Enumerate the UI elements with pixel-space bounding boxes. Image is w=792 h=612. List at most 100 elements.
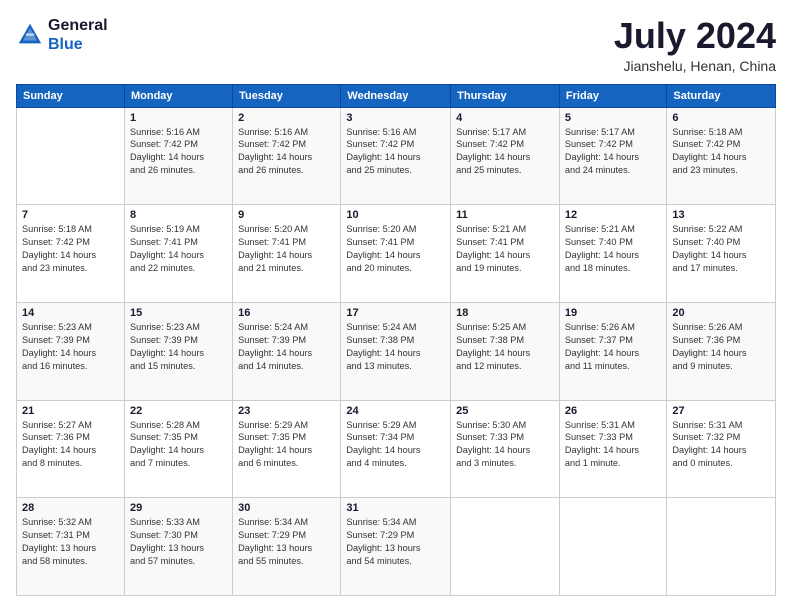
calendar-week-row: 14 Sunrise: 5:23 AM Sunset: 7:39 PM Dayli… (17, 302, 776, 400)
day-info: Sunrise: 5:18 AM Sunset: 7:42 PM Dayligh… (22, 223, 119, 275)
calendar-cell: 18 Sunrise: 5:25 AM Sunset: 7:38 PM Dayli… (451, 302, 560, 400)
calendar-cell: 26Sunrise: 5:31 AM Sunset: 7:33 PM Dayli… (559, 400, 666, 498)
day-number: 1 (130, 112, 227, 124)
day-number: 9 (238, 209, 335, 221)
day-number: 29 (130, 502, 227, 514)
calendar-cell: 5 Sunrise: 5:17 AM Sunset: 7:42 PM Daylig… (559, 107, 666, 205)
day-number: 23 (238, 405, 335, 417)
calendar-cell (559, 498, 666, 596)
day-info: Sunrise: 5:25 AM Sunset: 7:38 PM Dayligh… (456, 321, 554, 373)
day-info: Sunrise: 5:23 AM Sunset: 7:39 PM Dayligh… (22, 321, 119, 373)
calendar-week-row: 28Sunrise: 5:32 AM Sunset: 7:31 PM Dayli… (17, 498, 776, 596)
day-info: Sunrise: 5:24 AM Sunset: 7:39 PM Dayligh… (238, 321, 335, 373)
day-info: Sunrise: 5:28 AM Sunset: 7:35 PM Dayligh… (130, 419, 227, 471)
day-info: Sunrise: 5:16 AM Sunset: 7:42 PM Dayligh… (238, 126, 335, 178)
day-number: 22 (130, 405, 227, 417)
day-info: Sunrise: 5:30 AM Sunset: 7:33 PM Dayligh… (456, 419, 554, 471)
day-number: 25 (456, 405, 554, 417)
day-info: Sunrise: 5:22 AM Sunset: 7:40 PM Dayligh… (672, 223, 770, 275)
weekday-header-wednesday: Wednesday (341, 84, 451, 107)
day-info: Sunrise: 5:17 AM Sunset: 7:42 PM Dayligh… (456, 126, 554, 178)
calendar-table: SundayMondayTuesdayWednesdayThursdayFrid… (16, 84, 776, 596)
calendar-cell: 7 Sunrise: 5:18 AM Sunset: 7:42 PM Daylig… (17, 205, 125, 303)
calendar-cell: 23Sunrise: 5:29 AM Sunset: 7:35 PM Dayli… (233, 400, 341, 498)
calendar-cell: 29Sunrise: 5:33 AM Sunset: 7:30 PM Dayli… (124, 498, 232, 596)
logo-blue: Blue (48, 35, 108, 54)
weekday-header-tuesday: Tuesday (233, 84, 341, 107)
day-info: Sunrise: 5:20 AM Sunset: 7:41 PM Dayligh… (346, 223, 445, 275)
calendar-cell: 11 Sunrise: 5:21 AM Sunset: 7:41 PM Dayli… (451, 205, 560, 303)
calendar-cell: 13Sunrise: 5:22 AM Sunset: 7:40 PM Dayli… (667, 205, 776, 303)
day-number: 11 (456, 209, 554, 221)
page: General Blue July 2024 Jianshelu, Henan,… (0, 0, 792, 612)
day-info: Sunrise: 5:21 AM Sunset: 7:41 PM Dayligh… (456, 223, 554, 275)
calendar-cell: 20 Sunrise: 5:26 AM Sunset: 7:36 PM Dayli… (667, 302, 776, 400)
calendar-cell: 14 Sunrise: 5:23 AM Sunset: 7:39 PM Dayli… (17, 302, 125, 400)
day-info: Sunrise: 5:29 AM Sunset: 7:34 PM Dayligh… (346, 419, 445, 471)
day-number: 26 (565, 405, 661, 417)
calendar-cell: 27Sunrise: 5:31 AM Sunset: 7:32 PM Dayli… (667, 400, 776, 498)
logo: General Blue (16, 16, 108, 54)
logo-general: General (48, 16, 108, 35)
calendar-cell: 31Sunrise: 5:34 AM Sunset: 7:29 PM Dayli… (341, 498, 451, 596)
day-number: 24 (346, 405, 445, 417)
day-info: Sunrise: 5:20 AM Sunset: 7:41 PM Dayligh… (238, 223, 335, 275)
day-info: Sunrise: 5:31 AM Sunset: 7:32 PM Dayligh… (672, 419, 770, 471)
calendar-cell: 8 Sunrise: 5:19 AM Sunset: 7:41 PM Daylig… (124, 205, 232, 303)
calendar-cell: 4 Sunrise: 5:17 AM Sunset: 7:42 PM Daylig… (451, 107, 560, 205)
calendar-cell: 28Sunrise: 5:32 AM Sunset: 7:31 PM Dayli… (17, 498, 125, 596)
day-number: 19 (565, 307, 661, 319)
calendar-cell: 16 Sunrise: 5:24 AM Sunset: 7:39 PM Dayli… (233, 302, 341, 400)
calendar-cell: 24 Sunrise: 5:29 AM Sunset: 7:34 PM Dayli… (341, 400, 451, 498)
day-number: 14 (22, 307, 119, 319)
calendar-cell: 19 Sunrise: 5:26 AM Sunset: 7:37 PM Dayli… (559, 302, 666, 400)
weekday-header-thursday: Thursday (451, 84, 560, 107)
weekday-header-friday: Friday (559, 84, 666, 107)
calendar-cell: 6 Sunrise: 5:18 AM Sunset: 7:42 PM Daylig… (667, 107, 776, 205)
day-info: Sunrise: 5:32 AM Sunset: 7:31 PM Dayligh… (22, 516, 119, 568)
day-info: Sunrise: 5:16 AM Sunset: 7:42 PM Dayligh… (346, 126, 445, 178)
day-info: Sunrise: 5:19 AM Sunset: 7:41 PM Dayligh… (130, 223, 227, 275)
day-number: 8 (130, 209, 227, 221)
calendar-cell: 1 Sunrise: 5:16 AM Sunset: 7:42 PM Daylig… (124, 107, 232, 205)
day-number: 17 (346, 307, 445, 319)
calendar-week-row: 1 Sunrise: 5:16 AM Sunset: 7:42 PM Daylig… (17, 107, 776, 205)
title-block: July 2024 Jianshelu, Henan, China (614, 16, 776, 74)
day-info: Sunrise: 5:17 AM Sunset: 7:42 PM Dayligh… (565, 126, 661, 178)
day-number: 5 (565, 112, 661, 124)
day-number: 2 (238, 112, 335, 124)
calendar-cell: 17Sunrise: 5:24 AM Sunset: 7:38 PM Dayli… (341, 302, 451, 400)
weekday-header-monday: Monday (124, 84, 232, 107)
calendar-cell: 9 Sunrise: 5:20 AM Sunset: 7:41 PM Daylig… (233, 205, 341, 303)
day-number: 18 (456, 307, 554, 319)
day-info: Sunrise: 5:18 AM Sunset: 7:42 PM Dayligh… (672, 126, 770, 178)
calendar-cell (667, 498, 776, 596)
day-number: 21 (22, 405, 119, 417)
day-number: 15 (130, 307, 227, 319)
day-info: Sunrise: 5:21 AM Sunset: 7:40 PM Dayligh… (565, 223, 661, 275)
day-number: 16 (238, 307, 335, 319)
day-info: Sunrise: 5:27 AM Sunset: 7:36 PM Dayligh… (22, 419, 119, 471)
day-info: Sunrise: 5:16 AM Sunset: 7:42 PM Dayligh… (130, 126, 227, 178)
header: General Blue July 2024 Jianshelu, Henan,… (16, 16, 776, 74)
day-info: Sunrise: 5:23 AM Sunset: 7:39 PM Dayligh… (130, 321, 227, 373)
day-number: 7 (22, 209, 119, 221)
calendar-cell: 2 Sunrise: 5:16 AM Sunset: 7:42 PM Daylig… (233, 107, 341, 205)
day-number: 20 (672, 307, 770, 319)
calendar-cell: 22 Sunrise: 5:28 AM Sunset: 7:35 PM Dayli… (124, 400, 232, 498)
calendar-cell: 3 Sunrise: 5:16 AM Sunset: 7:42 PM Daylig… (341, 107, 451, 205)
day-info: Sunrise: 5:26 AM Sunset: 7:36 PM Dayligh… (672, 321, 770, 373)
day-number: 31 (346, 502, 445, 514)
day-number: 10 (346, 209, 445, 221)
day-info: Sunrise: 5:26 AM Sunset: 7:37 PM Dayligh… (565, 321, 661, 373)
weekday-header-sunday: Sunday (17, 84, 125, 107)
weekday-header-row: SundayMondayTuesdayWednesdayThursdayFrid… (17, 84, 776, 107)
day-number: 30 (238, 502, 335, 514)
calendar-week-row: 7 Sunrise: 5:18 AM Sunset: 7:42 PM Daylig… (17, 205, 776, 303)
day-number: 6 (672, 112, 770, 124)
day-info: Sunrise: 5:34 AM Sunset: 7:29 PM Dayligh… (238, 516, 335, 568)
day-number: 4 (456, 112, 554, 124)
day-number: 3 (346, 112, 445, 124)
calendar-cell: 25 Sunrise: 5:30 AM Sunset: 7:33 PM Dayli… (451, 400, 560, 498)
day-number: 12 (565, 209, 661, 221)
